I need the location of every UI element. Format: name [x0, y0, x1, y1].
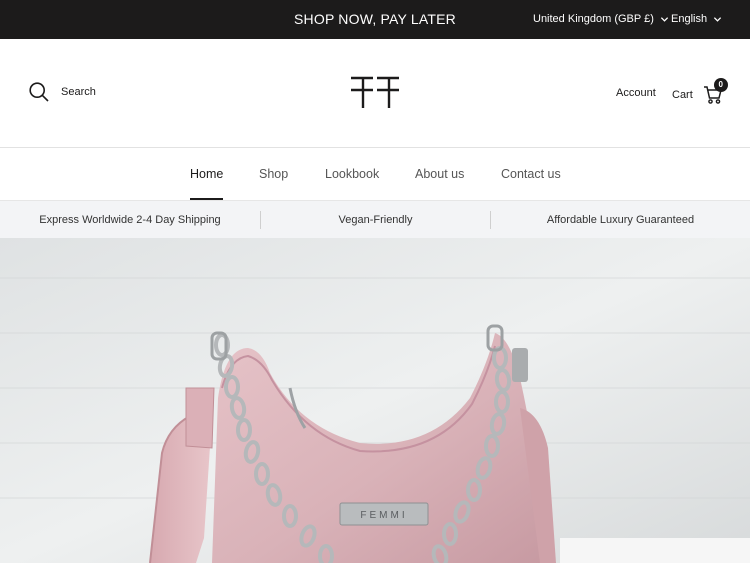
country-selector-label: United Kingdom (GBP £)	[533, 13, 654, 25]
chevron-down-icon	[713, 17, 722, 22]
logo[interactable]	[349, 76, 401, 110]
account-link[interactable]: Account	[616, 87, 656, 99]
announcement-bar: SHOP NOW, PAY LATER United Kingdom (GBP …	[0, 0, 750, 39]
language-selector[interactable]: English	[671, 0, 722, 39]
usp-item-luxury: Affordable Luxury Guaranteed	[546, 214, 695, 226]
search-label: Search	[61, 86, 96, 98]
nav-item-shop[interactable]: Shop	[259, 148, 288, 200]
nav-item-contact-us[interactable]: Contact us	[501, 148, 561, 200]
cart-button[interactable]: Cart 0	[672, 78, 728, 104]
usp-item-vegan: Vegan-Friendly	[338, 214, 413, 226]
main-nav: Home Shop Lookbook About us Contact us	[0, 148, 750, 200]
language-selector-label: English	[671, 13, 708, 25]
usp-item-shipping: Express Worldwide 2-4 Day Shipping	[39, 214, 221, 226]
nav-item-about-us[interactable]: About us	[415, 148, 464, 200]
cart-label: Cart	[672, 88, 693, 101]
country-selector[interactable]: United Kingdom (GBP £)	[533, 0, 669, 39]
nav-item-home[interactable]: Home	[190, 148, 224, 200]
usp-bar: Express Worldwide 2-4 Day Shipping Vegan…	[0, 200, 750, 238]
site-header: Search Account Cart 0	[0, 39, 750, 148]
brand-plate: FEMMI	[360, 510, 407, 521]
nav-item-lookbook[interactable]: Lookbook	[325, 148, 379, 200]
cart-count-badge: 0	[713, 78, 728, 92]
hero-image[interactable]: FEMMI	[0, 238, 750, 563]
chevron-down-icon	[660, 17, 668, 22]
search-button[interactable]: Search	[29, 82, 96, 102]
search-icon	[29, 82, 49, 102]
